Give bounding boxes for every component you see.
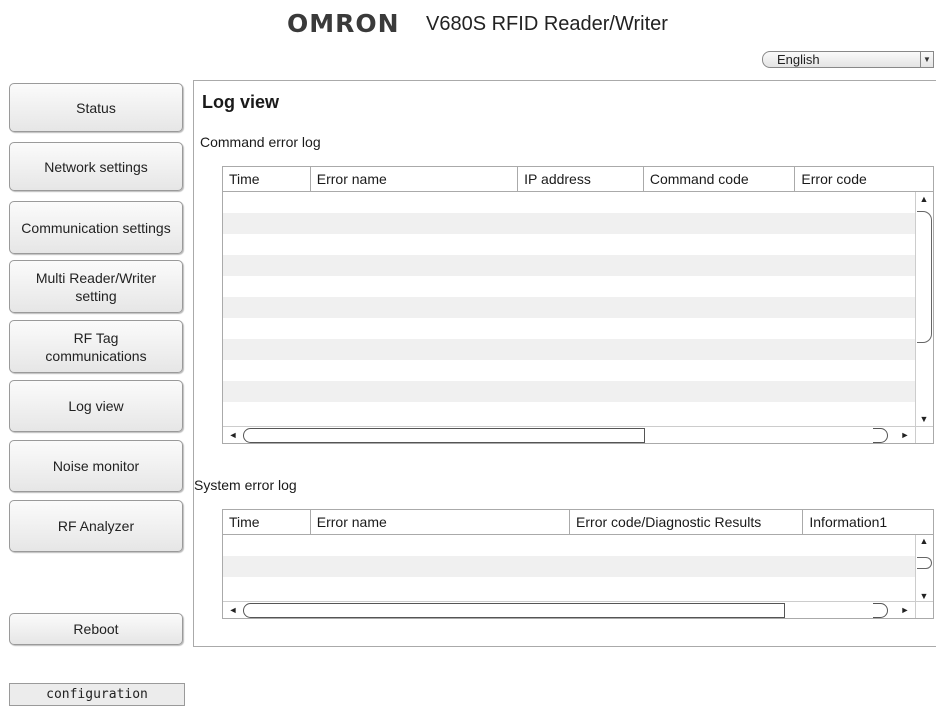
app-title: V680S RFID Reader/Writer: [426, 13, 668, 35]
horizontal-scroll-track-end: [873, 603, 888, 618]
command-log-header: Time Error name IP address Command code …: [223, 167, 933, 192]
table-row: [223, 577, 915, 598]
language-select[interactable]: English ▼: [762, 51, 934, 68]
scroll-up-arrow-icon[interactable]: ▲: [916, 536, 932, 546]
table-row: [223, 255, 915, 276]
column-header-time[interactable]: Time: [223, 510, 311, 534]
table-row: [223, 318, 915, 339]
scroll-corner: [915, 601, 933, 618]
scroll-right-arrow-icon[interactable]: ►: [897, 430, 913, 440]
table-row: [223, 192, 915, 213]
nav-status-button[interactable]: Status: [9, 83, 183, 132]
scroll-up-arrow-icon[interactable]: ▲: [916, 194, 932, 204]
scroll-left-arrow-icon[interactable]: ◄: [225, 430, 241, 440]
column-header-error-name[interactable]: Error name: [311, 167, 519, 191]
system-error-log-label: System error log: [194, 477, 297, 493]
horizontal-scroll-thumb[interactable]: [243, 428, 645, 443]
content-panel: Log view Command error log Time Error na…: [193, 80, 936, 647]
nav-rf-tag-communications-button[interactable]: RF Tag communications: [9, 320, 183, 373]
table-row: [223, 213, 915, 234]
scroll-down-arrow-icon[interactable]: ▼: [916, 591, 932, 601]
table-row: [223, 360, 915, 381]
command-error-log-label: Command error log: [200, 134, 321, 150]
table-row: [223, 339, 915, 360]
table-row: [223, 381, 915, 402]
vertical-scroll-thumb[interactable]: [917, 211, 932, 343]
nav-rf-analyzer-button[interactable]: RF Analyzer: [9, 500, 183, 552]
table-row: [223, 276, 915, 297]
column-header-information1[interactable]: Information1: [803, 510, 933, 534]
system-error-log-table[interactable]: Time Error name Error code/Diagnostic Re…: [222, 509, 934, 619]
column-header-command-code[interactable]: Command code: [644, 167, 796, 191]
table-row: [223, 234, 915, 255]
nav-noise-monitor-button[interactable]: Noise monitor: [9, 440, 183, 492]
vertical-scrollbar[interactable]: ▲ ▼: [915, 535, 933, 602]
reboot-button[interactable]: Reboot: [9, 613, 183, 645]
configuration-button[interactable]: configuration: [9, 683, 185, 706]
table-row: [223, 556, 915, 577]
omron-logo: OMRON: [287, 9, 400, 38]
system-log-header: Time Error name Error code/Diagnostic Re…: [223, 510, 933, 535]
system-log-rows: [223, 535, 915, 598]
nav-communication-settings-button[interactable]: Communication settings: [9, 201, 183, 254]
horizontal-scroll-track-end: [873, 428, 888, 443]
command-error-log-table[interactable]: Time Error name IP address Command code …: [222, 166, 934, 444]
column-header-error-code[interactable]: Error code: [795, 167, 933, 191]
nav-multi-reader-writer-button[interactable]: Multi Reader/Writer setting: [9, 260, 183, 313]
horizontal-scroll-thumb[interactable]: [243, 603, 785, 618]
nav-network-settings-button[interactable]: Network settings: [9, 142, 183, 191]
scroll-down-arrow-icon[interactable]: ▼: [916, 414, 932, 424]
scroll-left-arrow-icon[interactable]: ◄: [225, 605, 241, 615]
command-log-rows: [223, 192, 915, 402]
table-row: [223, 535, 915, 556]
horizontal-scrollbar[interactable]: ◄ ►: [223, 426, 915, 443]
column-header-ip-address[interactable]: IP address: [518, 167, 644, 191]
vertical-scrollbar[interactable]: ▲ ▼: [915, 192, 933, 426]
horizontal-scrollbar[interactable]: ◄ ►: [223, 601, 915, 618]
language-select-value: English: [777, 52, 820, 67]
scroll-right-arrow-icon[interactable]: ►: [897, 605, 913, 615]
column-header-time[interactable]: Time: [223, 167, 311, 191]
chevron-down-icon[interactable]: ▼: [920, 52, 933, 67]
column-header-error-name[interactable]: Error name: [311, 510, 571, 534]
page-title: Log view: [202, 92, 280, 112]
scroll-corner: [915, 426, 933, 443]
vertical-scroll-thumb[interactable]: [917, 557, 932, 569]
column-header-error-code-diagnostic[interactable]: Error code/Diagnostic Results: [570, 510, 804, 534]
nav-log-view-button[interactable]: Log view: [9, 380, 183, 432]
table-row: [223, 297, 915, 318]
